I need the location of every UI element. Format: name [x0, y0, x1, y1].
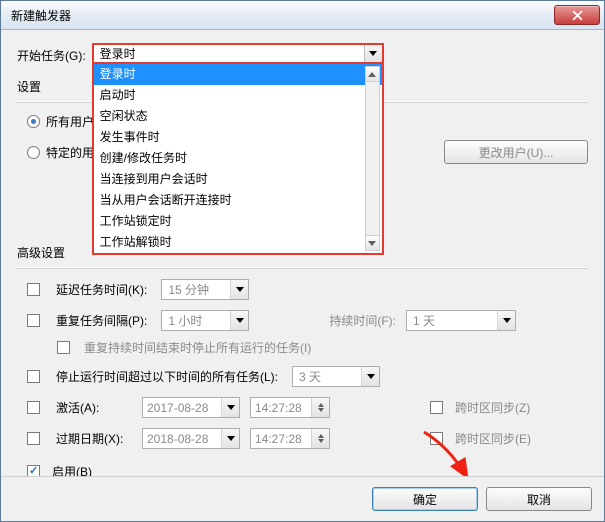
check-repeat[interactable] [27, 314, 40, 327]
expire-time[interactable]: 14:27:28 [250, 428, 330, 449]
duration-dropdown[interactable]: 1 天 [406, 310, 516, 331]
check-activate[interactable] [27, 401, 40, 414]
chevron-down-icon [221, 429, 239, 448]
scroll-up-icon[interactable] [366, 67, 379, 82]
change-user-button[interactable]: 更改用户(U)... [444, 140, 588, 164]
dropdown-option[interactable]: 工作站锁定时 [94, 211, 382, 232]
dropdown-option[interactable]: 创建/修改任务时 [94, 148, 382, 169]
close-icon [572, 10, 583, 21]
activate-time[interactable]: 14:27:28 [250, 397, 330, 418]
check-stop-at-end[interactable] [57, 341, 70, 354]
radio-specific-user[interactable] [27, 146, 40, 159]
ok-button[interactable]: 确定 [372, 487, 478, 511]
tz-sync-activate-label: 跨时区同步(Z) [455, 399, 530, 416]
dropdown-option[interactable]: 登录时 [94, 64, 382, 85]
dialog-footer: 确定 取消 [1, 476, 604, 521]
check-stop-after[interactable] [27, 370, 40, 383]
chevron-down-icon [230, 280, 248, 299]
close-button[interactable] [554, 5, 600, 25]
activate-date[interactable]: 2017-08-28 [142, 397, 240, 418]
dropdown-option[interactable]: 工作站解锁时 [94, 232, 382, 253]
chevron-down-icon [497, 311, 515, 330]
expire-label: 过期日期(X): [56, 430, 132, 447]
chevron-down-icon [364, 45, 382, 62]
scroll-down-icon[interactable] [366, 235, 379, 250]
activate-label: 激活(A): [56, 399, 132, 416]
expire-date[interactable]: 2018-08-28 [142, 428, 240, 449]
dropdown-option[interactable]: 启动时 [94, 85, 382, 106]
chevron-down-icon [361, 367, 379, 386]
check-delay-task[interactable] [27, 283, 40, 296]
start-task-label: 开始任务(G): [17, 43, 86, 64]
dropdown-scrollbar[interactable] [365, 66, 380, 251]
radio-all-users[interactable] [27, 115, 40, 128]
stop-at-end-label: 重复持续时间结束时停止所有运行的任务(I) [84, 339, 311, 356]
repeat-label: 重复任务间隔(P): [56, 312, 147, 329]
cancel-button[interactable]: 取消 [486, 487, 592, 511]
check-tz-sync-activate[interactable] [430, 401, 443, 414]
check-expire[interactable] [27, 432, 40, 445]
dropdown-option[interactable]: 当连接到用户会话时 [94, 169, 382, 190]
tz-sync-expire-label: 跨时区同步(E) [455, 430, 531, 447]
start-task-selected: 登录时 [100, 45, 136, 62]
check-tz-sync-expire[interactable] [430, 432, 443, 445]
dropdown-option[interactable]: 空闲状态 [94, 106, 382, 127]
window-title: 新建触发器 [11, 7, 554, 24]
repeat-interval-dropdown[interactable]: 1 小时 [161, 310, 249, 331]
stop-after-label: 停止运行时间超过以下时间的所有任务(L): [56, 368, 278, 385]
chevron-down-icon [230, 311, 248, 330]
time-spinner[interactable] [311, 398, 329, 417]
chevron-down-icon [221, 398, 239, 417]
delay-task-dropdown[interactable]: 15 分钟 [161, 279, 249, 300]
stop-after-dropdown[interactable]: 3 天 [292, 366, 380, 387]
dropdown-option[interactable]: 发生事件时 [94, 127, 382, 148]
delay-task-label: 延迟任务时间(K): [56, 281, 147, 298]
all-users-label: 所有用户 [46, 113, 94, 130]
start-task-dropdown[interactable]: 登录时 [92, 43, 384, 64]
start-task-dropdown-list[interactable]: 登录时 启动时 空闲状态 发生事件时 创建/修改任务时 当连接到用户会话时 当从… [92, 64, 384, 255]
titlebar: 新建触发器 [1, 1, 604, 30]
duration-label: 持续时间(F): [329, 312, 396, 329]
dropdown-option[interactable]: 当从用户会话断开连接时 [94, 190, 382, 211]
time-spinner[interactable] [311, 429, 329, 448]
